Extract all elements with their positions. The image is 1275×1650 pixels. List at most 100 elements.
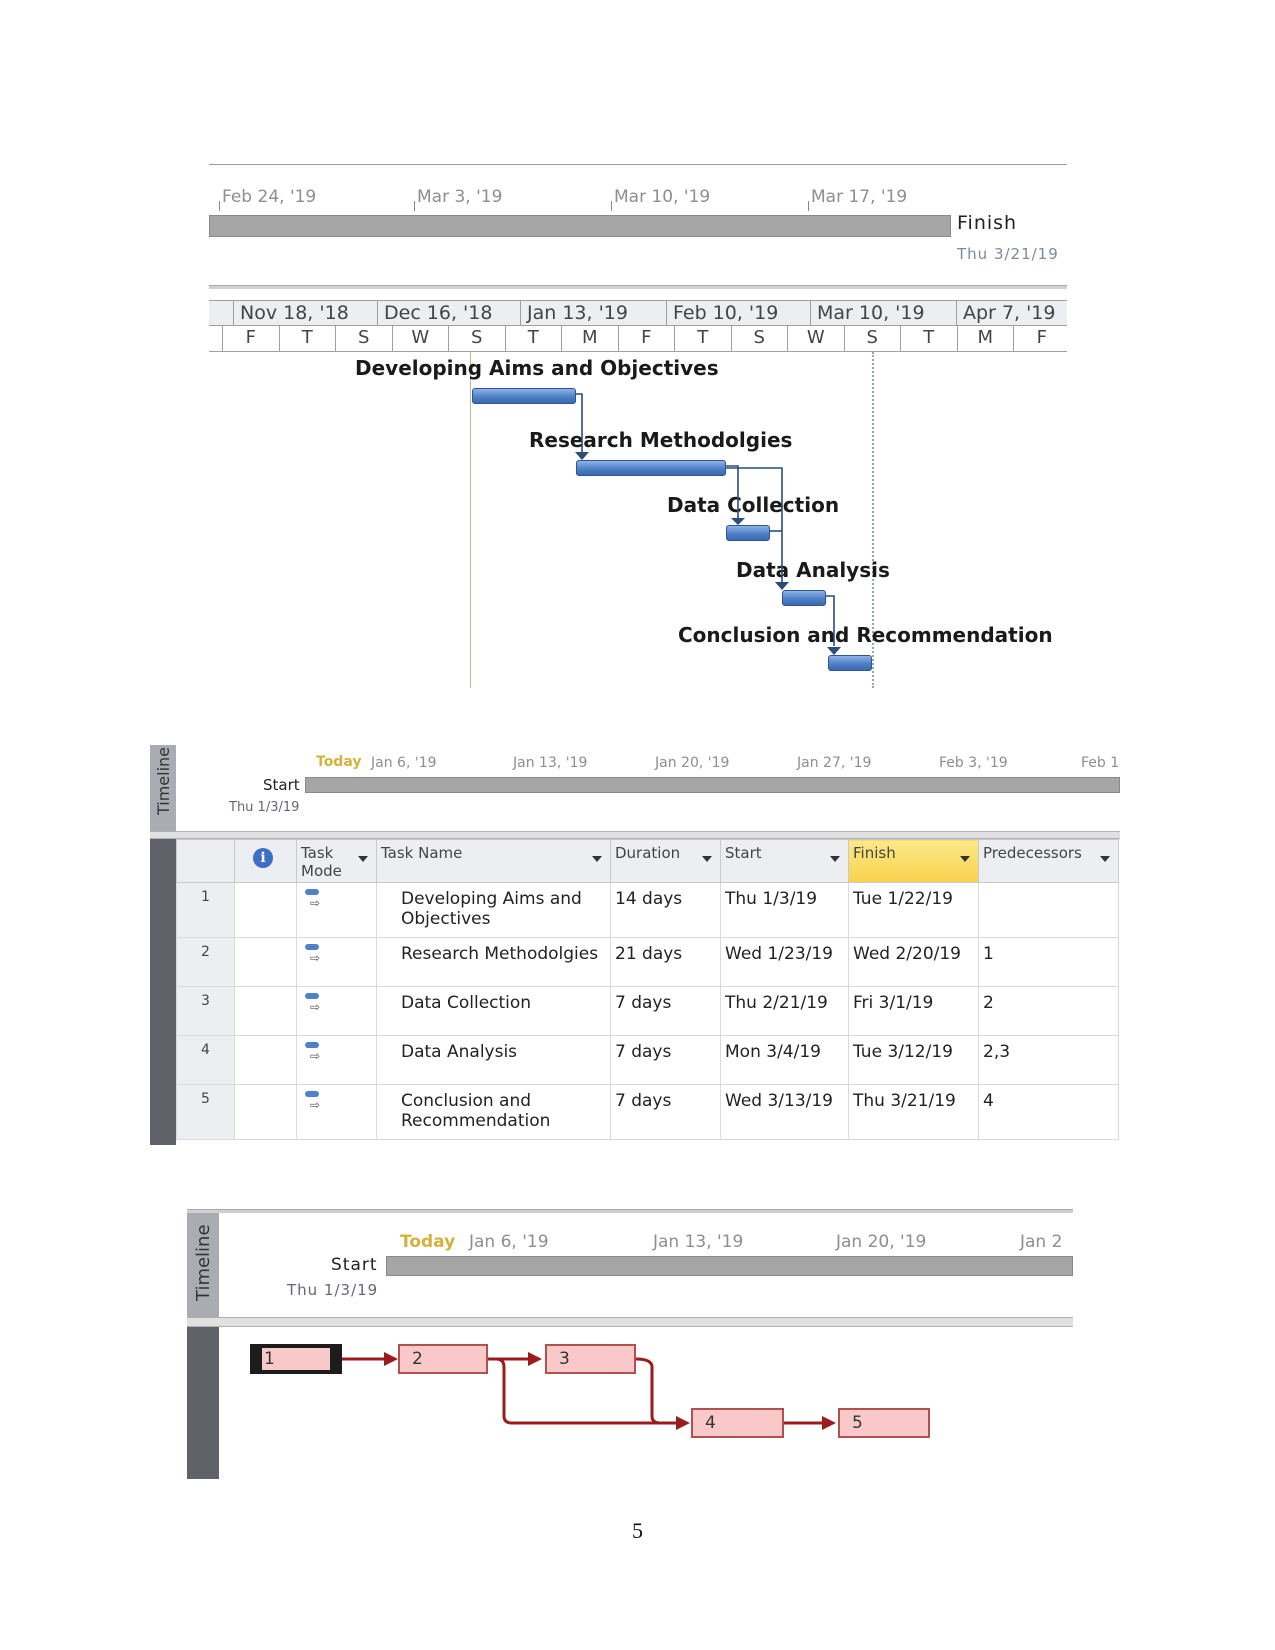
- start-cell[interactable]: Wed 3/13/19: [720, 1084, 849, 1140]
- task-name-cell[interactable]: Conclusion and Recommendation: [376, 1084, 611, 1140]
- duration-cell[interactable]: 7 days: [610, 1035, 721, 1085]
- table-row[interactable]: 2 ⇨ Research Methodolgies 21 days Wed 1/…: [176, 937, 1119, 987]
- table-header-row: i Task Mode Task Name Duration Start Fin…: [176, 839, 1119, 883]
- finish-header[interactable]: Finish: [848, 839, 979, 883]
- timeline-start-date: Thu 1/3/19: [287, 1281, 379, 1299]
- network-node-2[interactable]: 2: [398, 1344, 488, 1374]
- view-side-bar[interactable]: [150, 839, 176, 1145]
- timeline-tick: Feb 1: [1081, 755, 1120, 771]
- timeline-tick: Jan 13, '19: [653, 1232, 744, 1252]
- panel-separator[interactable]: [150, 831, 1120, 839]
- finish-cell[interactable]: Fri 3/1/19: [848, 986, 979, 1036]
- task-name-header[interactable]: Task Name: [376, 839, 611, 883]
- duration-cell[interactable]: 14 days: [610, 882, 721, 938]
- start-cell[interactable]: Thu 1/3/19: [720, 882, 849, 938]
- chevron-down-icon[interactable]: [358, 856, 368, 862]
- auto-schedule-icon: ⇨: [305, 1042, 325, 1064]
- indicator-cell: [234, 986, 297, 1036]
- duration-cell[interactable]: 7 days: [610, 1084, 721, 1140]
- dependency-links: [575, 393, 841, 655]
- arrow-head: [731, 518, 745, 525]
- row-number[interactable]: 5: [176, 1084, 235, 1140]
- network-node-4[interactable]: 4: [691, 1408, 784, 1438]
- timeline-tick: Jan 20, '19: [655, 755, 730, 771]
- task-mode-cell[interactable]: ⇨: [296, 1084, 377, 1140]
- finish-cell[interactable]: Tue 1/22/19: [848, 882, 979, 938]
- indicator-cell: [234, 1035, 297, 1085]
- auto-schedule-icon: ⇨: [305, 993, 325, 1015]
- chevron-down-icon[interactable]: [1100, 856, 1110, 862]
- chevron-down-icon[interactable]: [960, 856, 970, 862]
- arrow-head: [384, 1352, 398, 1366]
- row-number[interactable]: 1: [176, 882, 235, 938]
- table-row[interactable]: 3 ⇨ Data Collection 7 days Thu 2/21/19 F…: [176, 986, 1119, 1036]
- timeline-side-tab[interactable]: Timeline: [150, 745, 176, 831]
- chevron-down-icon[interactable]: [830, 856, 840, 862]
- timeline-tick: Jan 13, '19: [513, 755, 588, 771]
- timeline-tick: Jan 6, '19: [469, 1232, 549, 1252]
- start-cell[interactable]: Mon 3/4/19: [720, 1035, 849, 1085]
- row-number[interactable]: 3: [176, 986, 235, 1036]
- indicator-cell: [234, 1084, 297, 1140]
- arrow-head: [575, 452, 589, 460]
- auto-schedule-icon: ⇨: [305, 889, 325, 911]
- predecessors-cell[interactable]: 2,3: [978, 1035, 1119, 1085]
- timeline-tick: Feb 3, '19: [939, 755, 1008, 771]
- timeline-bar[interactable]: [305, 777, 1120, 793]
- timeline-bar[interactable]: [386, 1256, 1073, 1276]
- duration-cell[interactable]: 7 days: [610, 986, 721, 1036]
- timeline-side-label: Timeline: [193, 1224, 214, 1301]
- timeline-side-label: Timeline: [154, 746, 173, 815]
- task-table: i Task Mode Task Name Duration Start Fin…: [176, 839, 1119, 1140]
- task-mode-cell[interactable]: ⇨: [296, 937, 377, 987]
- select-all-cell[interactable]: [176, 839, 235, 883]
- arrow-head: [528, 1352, 542, 1366]
- indicators-header[interactable]: i: [234, 839, 297, 883]
- table-row[interactable]: 5 ⇨ Conclusion and Recommendation 7 days…: [176, 1084, 1119, 1140]
- predecessors-header[interactable]: Predecessors: [978, 839, 1119, 883]
- duration-cell[interactable]: 21 days: [610, 937, 721, 987]
- indicator-cell: [234, 882, 297, 938]
- link-2-3: [726, 465, 739, 518]
- page-number: 5: [632, 1518, 643, 1543]
- timeline-start-label: Start: [263, 776, 300, 794]
- task-mode-cell[interactable]: ⇨: [296, 882, 377, 938]
- arrow-head: [775, 582, 789, 590]
- predecessors-cell[interactable]: [978, 882, 1119, 938]
- network-node-3[interactable]: 3: [545, 1344, 636, 1374]
- arrow-head: [827, 647, 841, 655]
- task-mode-cell[interactable]: ⇨: [296, 986, 377, 1036]
- task-mode-cell[interactable]: ⇨: [296, 1035, 377, 1085]
- task-name-cell[interactable]: Data Analysis: [376, 1035, 611, 1085]
- row-number[interactable]: 4: [176, 1035, 235, 1085]
- table-row[interactable]: 1 ⇨ Developing Aims and Objectives 14 da…: [176, 882, 1119, 938]
- row-number[interactable]: 2: [176, 937, 235, 987]
- predecessors-cell[interactable]: 1: [978, 937, 1119, 987]
- network-node-1[interactable]: 1: [250, 1344, 342, 1374]
- link-2-4: [726, 467, 783, 582]
- arrow-head: [822, 1416, 836, 1430]
- predecessors-cell[interactable]: 4: [978, 1084, 1119, 1140]
- today-marker: Today: [316, 754, 362, 770]
- finish-cell[interactable]: Thu 3/21/19: [848, 1084, 979, 1140]
- panel-top-rule: [187, 1209, 1073, 1213]
- chevron-down-icon[interactable]: [592, 856, 602, 862]
- finish-cell[interactable]: Wed 2/20/19: [848, 937, 979, 987]
- arrow-head: [676, 1416, 690, 1430]
- chevron-down-icon[interactable]: [702, 856, 712, 862]
- start-cell[interactable]: Thu 2/21/19: [720, 986, 849, 1036]
- start-cell[interactable]: Wed 1/23/19: [720, 937, 849, 987]
- task-name-cell[interactable]: Developing Aims and Objectives: [376, 882, 611, 938]
- table-row[interactable]: 4 ⇨ Data Analysis 7 days Mon 3/4/19 Tue …: [176, 1035, 1119, 1085]
- task-name-cell[interactable]: Research Methodolgies: [376, 937, 611, 987]
- auto-schedule-icon: ⇨: [305, 944, 325, 966]
- start-header[interactable]: Start: [720, 839, 849, 883]
- task-name-cell[interactable]: Data Collection: [376, 986, 611, 1036]
- network-node-5[interactable]: 5: [838, 1408, 930, 1438]
- finish-cell[interactable]: Tue 3/12/19: [848, 1035, 979, 1085]
- duration-header[interactable]: Duration: [610, 839, 721, 883]
- task-mode-header[interactable]: Task Mode: [296, 839, 377, 883]
- predecessors-cell[interactable]: 2: [978, 986, 1119, 1036]
- timeline-tick: Jan 6, '19: [371, 755, 437, 771]
- indicator-cell: [234, 937, 297, 987]
